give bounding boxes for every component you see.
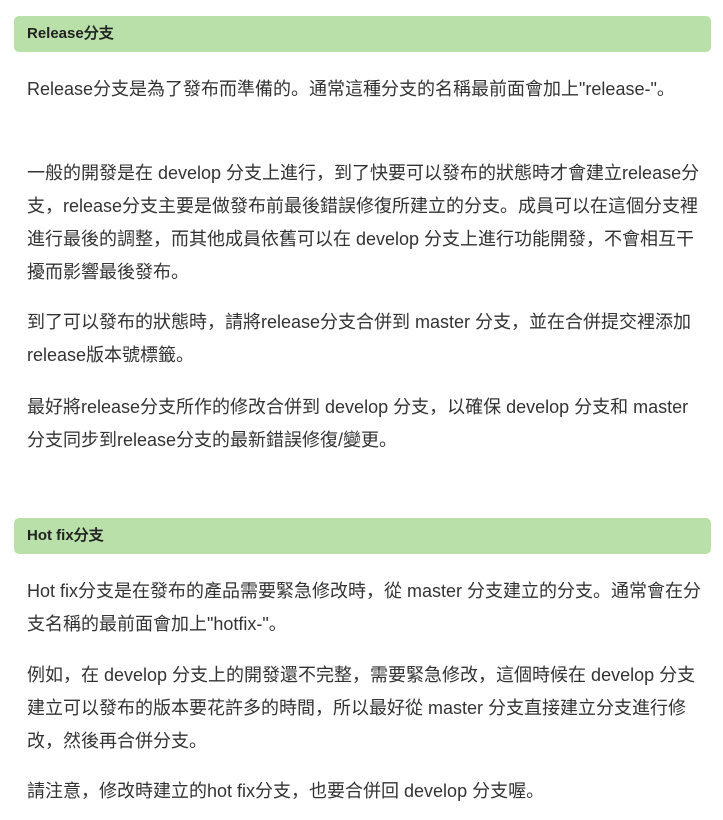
document-page: Release分支 Release分支是為了發布而準備的。通常這種分支的名稱最前… bbox=[0, 0, 723, 820]
hotfix-paragraph-1: Hot fix分支是在發布的產品需要緊急修改時，從 master 分支建立的分支… bbox=[27, 581, 702, 634]
hotfix-branch-heading: Hot fix分支 bbox=[14, 518, 711, 554]
release-branch-heading: Release分支 bbox=[14, 16, 711, 52]
hotfix-paragraph-2: 例如，在 develop 分支上的開發還不完整，需要緊急修改，這個時候在 dev… bbox=[27, 665, 696, 751]
release-paragraph-1: Release分支是為了發布而準備的。通常這種分支的名稱最前面會加上"relea… bbox=[27, 79, 675, 99]
hotfix-paragraph-3: 請注意，修改時建立的hot fix分支，也要合併回 develop 分支喔。 bbox=[27, 781, 545, 801]
release-paragraph-3: 到了可以發布的狀態時，請將release分支合併到 master 分支，並在合併… bbox=[27, 312, 692, 365]
release-paragraph-4: 最好將release分支所作的修改合併到 develop 分支，以確保 deve… bbox=[27, 397, 689, 450]
release-paragraph-2: 一般的開發是在 develop 分支上進行，到了快要可以發布的狀態時才會建立re… bbox=[27, 163, 700, 282]
